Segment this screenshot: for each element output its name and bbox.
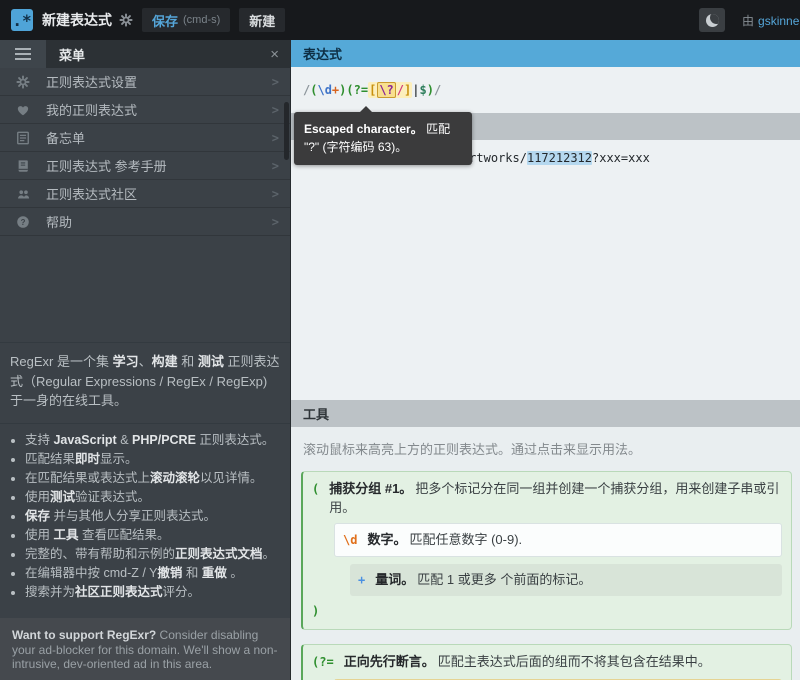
sidebar-item-my-patterns[interactable]: 我的正则表达式 > [0, 96, 290, 124]
explain-row-digit[interactable]: \d 数字。匹配任意数字 (0-9). [343, 530, 773, 550]
explain-digit-card[interactable]: \d 数字。匹配任意数字 (0-9). [334, 523, 782, 557]
close-icon[interactable]: × [270, 40, 279, 68]
gear-icon [0, 75, 46, 89]
tools-header-label: 工具 [303, 404, 329, 423]
menu-toggle-button[interactable] [0, 40, 46, 68]
chevron-right-icon: > [272, 215, 279, 229]
feature-list: 支持 JavaScript & PHP/PCRE 正则表达式。 匹配结果即时显示… [0, 423, 290, 611]
explain-text: 数字。匹配任意数字 (0-9). [367, 530, 522, 549]
regex-token[interactable]: / [397, 83, 404, 97]
sidebar: 菜单 × 正则表达式设置 > 我的正则表达式 > [0, 40, 290, 680]
token-plus: + [358, 571, 365, 590]
main-panel: 表达式 /(\d+)(?=[\?/]|$)/ https://www.pixiv… [290, 40, 800, 680]
gskinner-link[interactable]: gskinner [758, 14, 800, 28]
save-button[interactable]: 保存 (cmd-s) [142, 8, 230, 32]
charset-highlight: [\?/] [368, 82, 412, 98]
explain-capture-group[interactable]: ( 捕获分组 #1。把多个标记分在同一组并创建一个捕获分组，用来创建子串或引用。… [301, 471, 792, 630]
app-description: RegExr 是一个集 学习、构建 和 测试 正则表达式（Regular Exp… [0, 342, 290, 421]
token-digit: \d [343, 531, 357, 550]
chevron-right-icon: > [272, 187, 279, 201]
pattern-settings-gear-icon[interactable] [119, 13, 133, 27]
regex-token[interactable]: ) [427, 83, 434, 97]
menu-header: 菜单 × [0, 40, 290, 68]
hamburger-icon [15, 48, 31, 60]
chevron-right-icon: > [272, 159, 279, 173]
byline: 由gskinner [742, 12, 800, 29]
feature-item: 使用 工具 查看匹配结果。 [25, 527, 282, 544]
feature-item: 搜索并为社区正则表达式评分。 [25, 584, 282, 601]
chevron-right-icon: > [272, 131, 279, 145]
regex-token[interactable]: / [303, 83, 310, 97]
explain-text: 捕获分组 #1。把多个标记分在同一组并创建一个捕获分组，用来创建子串或引用。 [329, 479, 782, 517]
sidebar-item-help[interactable]: ? 帮助 > [0, 208, 290, 236]
cheatsheet-icon [0, 131, 46, 145]
chevron-right-icon: > [272, 103, 279, 117]
heart-icon [0, 103, 46, 117]
community-icon [0, 187, 46, 201]
regex-token[interactable]: (?= [346, 83, 368, 97]
sidebar-item-cheatsheet[interactable]: 备忘单 > [0, 124, 290, 152]
explain-row-lookahead[interactable]: (?= 正向先行断言。匹配主表达式后面的组而不将其包含在结果中。 [312, 652, 782, 672]
feature-item: 在匹配结果或表达式上滚动滚轮以见详情。 [25, 470, 282, 487]
tooltip-title: Escaped character。 [304, 122, 423, 136]
regex-token[interactable]: ) [339, 83, 346, 97]
save-shortcut-hint: (cmd-s) [183, 14, 220, 26]
match-highlight[interactable]: 117212312 [527, 151, 592, 165]
menu-title: 菜单 [59, 45, 85, 64]
explain-row-group[interactable]: ( 捕获分组 #1。把多个标记分在同一组并创建一个捕获分组，用来创建子串或引用。 [312, 479, 782, 517]
help-icon: ? [0, 215, 46, 229]
svg-text:?: ? [21, 217, 26, 226]
regex-token[interactable]: \? [377, 82, 395, 98]
token-group-open: ( [312, 480, 319, 499]
feature-item: 匹配结果即时显示。 [25, 451, 282, 468]
token-group-close: ) [312, 602, 319, 621]
explain-panel: 滚动鼠标来高亮上方的正则表达式。通过点击来显示用法。 ( 捕获分组 #1。把多个… [291, 427, 800, 680]
token-lookahead: (?= [312, 653, 334, 672]
regex-token[interactable]: / [434, 83, 441, 97]
chevron-right-icon: > [272, 75, 279, 89]
sidebar-info: RegExr 是一个集 学习、构建 和 测试 正则表达式（Regular Exp… [0, 342, 290, 611]
explain-lookahead-group[interactable]: (?= 正向先行断言。匹配主表达式后面的组而不将其包含在结果中。 [ 字符集。匹… [301, 644, 792, 680]
regex-token[interactable]: | [412, 83, 419, 97]
regex-token[interactable]: + [332, 83, 339, 97]
token-tooltip: Escaped character。 匹配 "?" (字符编码 63)。 [294, 112, 472, 165]
sidebar-scrollbar-thumb[interactable] [284, 102, 289, 160]
moon-icon [706, 14, 719, 27]
regexr-logo[interactable]: .* [11, 9, 33, 31]
feature-item: 支持 JavaScript & PHP/PCRE 正则表达式。 [25, 432, 282, 449]
test-text-after: ?xxx=xxx [592, 151, 650, 165]
feature-item: 保存 并与其他人分享正则表达式。 [25, 508, 282, 525]
explain-quantifier-card[interactable]: + 量词。匹配 1 或更多 个前面的标记。 [350, 564, 782, 596]
sidebar-item-settings[interactable]: 正则表达式设置 > [0, 68, 290, 96]
ad-notice: Want to support RegExr? Consider disabli… [0, 618, 290, 680]
sidebar-item-reference[interactable]: 正则表达式 参考手册 > [0, 152, 290, 180]
new-button[interactable]: 新建 [239, 8, 285, 32]
sidebar-item-community[interactable]: 正则表达式社区 > [0, 180, 290, 208]
feature-item: 在编辑器中按 cmd-Z / Y撤销 和 重做 。 [25, 565, 282, 582]
explain-row-quantifier[interactable]: + 量词。匹配 1 或更多 个前面的标记。 [358, 570, 774, 590]
expression-header-label: 表达式 [303, 44, 342, 63]
regex-token[interactable]: ( [310, 83, 317, 97]
book-icon [0, 159, 46, 173]
explain-text: 正向先行断言。匹配主表达式后面的组而不将其包含在结果中。 [344, 652, 711, 671]
regex-token[interactable]: $ [419, 83, 426, 97]
topbar-right: 由gskinner [699, 0, 800, 40]
expression-header: 表达式 [291, 40, 800, 67]
tools-header: 工具 [291, 400, 800, 427]
top-bar: .* 新建表达式 保存 (cmd-s) 新建 由gskinner [0, 0, 800, 40]
feature-item: 使用测试验证表达式。 [25, 489, 282, 506]
explain-hint: 滚动鼠标来高亮上方的正则表达式。通过点击来显示用法。 [301, 437, 792, 471]
explain-row-group-close[interactable]: ) [312, 602, 782, 621]
explain-text: 量词。匹配 1 或更多 个前面的标记。 [375, 570, 591, 589]
regex-token[interactable]: [ [369, 83, 376, 97]
regex-token[interactable]: \d [317, 83, 331, 97]
theme-toggle-button[interactable] [699, 8, 725, 32]
pattern-title[interactable]: 新建表达式 [42, 10, 112, 30]
regex-token[interactable]: ] [404, 83, 411, 97]
feature-item: 完整的、带有帮助和示例的正则表达式文档。 [25, 546, 282, 563]
test-text-input[interactable]: https://www.pixiv.net/artworks/117212312… [291, 140, 800, 400]
